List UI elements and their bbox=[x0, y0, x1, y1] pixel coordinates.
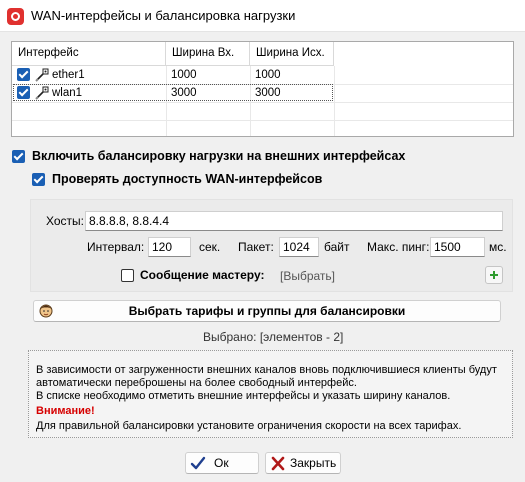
master-message-checkbox[interactable] bbox=[121, 269, 134, 282]
in-width-value[interactable]: 3000 bbox=[171, 85, 197, 101]
window-title: WAN-интерфейсы и балансировка нагрузки bbox=[31, 8, 296, 23]
table-row[interactable]: ether1 1000 1000 bbox=[12, 66, 334, 84]
out-width-value[interactable]: 1000 bbox=[255, 67, 281, 83]
row-checkbox[interactable] bbox=[17, 86, 30, 99]
warning-label: Внимание! bbox=[36, 405, 95, 417]
enable-balancing-checkbox[interactable] bbox=[12, 150, 25, 163]
ok-button[interactable]: Ок bbox=[185, 452, 259, 474]
check-wan-label[interactable]: Проверять доступность WAN-интерфейсов bbox=[52, 172, 322, 186]
hosts-input[interactable]: 8.8.8.8, 8.8.4.4 bbox=[85, 211, 503, 231]
in-width-value[interactable]: 1000 bbox=[171, 67, 197, 83]
column-header-out-width[interactable]: Ширина Исх. bbox=[250, 42, 334, 66]
title-bar: WAN-интерфейсы и балансировка нагрузки bbox=[0, 0, 525, 32]
column-header-in-width[interactable]: Ширина Вх. bbox=[166, 42, 250, 66]
interfaces-table[interactable]: Интерфейс Ширина Вх. Ширина Исх. ether1 … bbox=[11, 41, 514, 137]
selected-count-text: Выбрано: [элементов - 2] bbox=[203, 330, 344, 344]
interval-input[interactable]: 120 bbox=[148, 237, 191, 257]
table-row[interactable]: wlan1 3000 3000 bbox=[12, 84, 334, 102]
interface-name: ether1 bbox=[52, 69, 85, 81]
row-divider bbox=[12, 102, 513, 103]
interval-unit: сек. bbox=[199, 240, 221, 254]
max-ping-input[interactable]: 1500 bbox=[430, 237, 485, 257]
info-line-4: Для правильной балансировки установите о… bbox=[36, 420, 462, 432]
row-checkbox[interactable] bbox=[17, 68, 30, 81]
network-cable-icon bbox=[35, 68, 49, 82]
max-ping-label: Макс. пинг: bbox=[367, 240, 430, 254]
packet-unit: байт bbox=[324, 240, 350, 254]
master-message-label[interactable]: Сообщение мастеру: bbox=[140, 268, 264, 282]
max-ping-unit: мс. bbox=[489, 240, 507, 254]
wan-check-options-panel: Хосты: 8.8.8.8, 8.8.4.4 Интервал: 120 се… bbox=[30, 199, 513, 292]
ok-button-label: Ок bbox=[214, 456, 229, 470]
master-message-choose-link[interactable]: [Выбрать] bbox=[280, 269, 335, 283]
select-tariffs-button-label: Выбрать тарифы и группы для балансировки bbox=[128, 304, 406, 318]
interface-name: wlan1 bbox=[52, 87, 83, 99]
checkmark-icon bbox=[190, 456, 206, 470]
out-width-value[interactable]: 3000 bbox=[255, 85, 281, 101]
packet-input[interactable]: 1024 bbox=[279, 237, 319, 257]
add-plus-icon[interactable] bbox=[485, 266, 503, 284]
close-x-icon bbox=[271, 456, 285, 471]
column-divider bbox=[334, 66, 335, 136]
hosts-label: Хосты: bbox=[46, 214, 84, 228]
check-wan-checkbox[interactable] bbox=[32, 173, 45, 186]
info-line-2: автоматически переброшены на более свобо… bbox=[36, 377, 357, 389]
info-box: В зависимости от загруженности внешних к… bbox=[28, 350, 513, 438]
column-header-interface[interactable]: Интерфейс bbox=[12, 42, 166, 66]
enable-balancing-label[interactable]: Включить балансировку нагрузки на внешни… bbox=[32, 149, 405, 163]
packet-label: Пакет: bbox=[238, 240, 274, 254]
info-line-3: В списке необходимо отметить внешние инт… bbox=[36, 390, 451, 402]
close-button[interactable]: Закрыть bbox=[265, 452, 341, 474]
app-logo-icon bbox=[7, 8, 24, 25]
select-tariffs-button[interactable]: Выбрать тарифы и группы для балансировки bbox=[33, 300, 501, 322]
close-button-label: Закрыть bbox=[290, 456, 337, 470]
row-divider bbox=[12, 120, 513, 121]
network-cable-icon bbox=[35, 86, 49, 100]
info-line-1: В зависимости от загруженности внешних к… bbox=[36, 364, 497, 376]
interval-label: Интервал: bbox=[87, 240, 145, 254]
